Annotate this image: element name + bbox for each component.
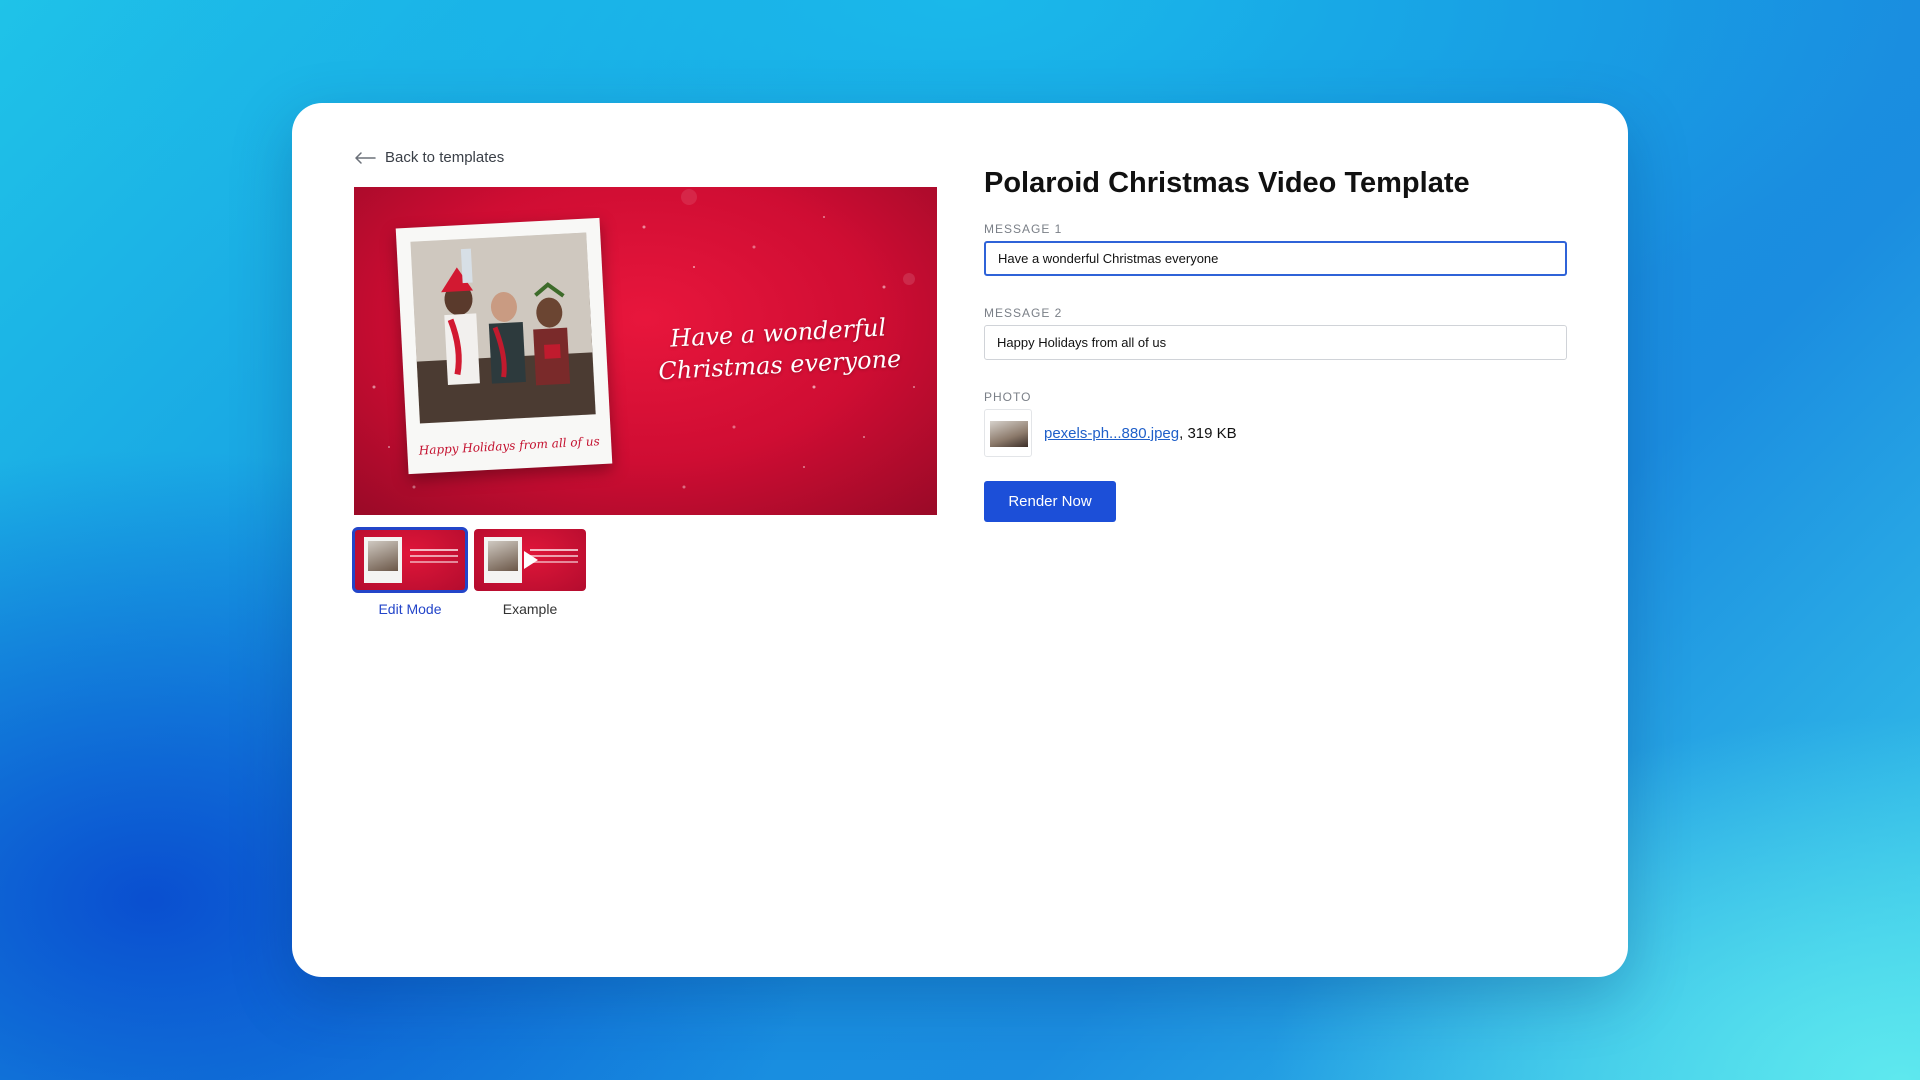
party-photo xyxy=(410,232,596,424)
thumb-text-lines xyxy=(410,549,458,551)
message1-label: MESSAGE 1 xyxy=(984,222,1063,236)
thumb-example-label: Example xyxy=(502,601,558,617)
photo-upload-row: pexels-ph...880.jpeg , 319 KB xyxy=(984,409,1567,457)
thumb-edit-mode-image xyxy=(352,527,468,593)
photo-file-link[interactable]: pexels-ph...880.jpeg xyxy=(1044,425,1179,442)
polaroid-caption: Happy Holidays from all of us xyxy=(418,434,601,458)
thumb-polaroid xyxy=(484,537,522,583)
preview-message-overlay: Have a wonderful Christmas everyone xyxy=(657,313,902,386)
render-now-button[interactable]: Render Now xyxy=(984,481,1116,522)
preview-thumbnails: Edit Mode Example xyxy=(352,527,586,617)
template-editor-card: Back to templates Happy Holidays from al… xyxy=(292,103,1628,977)
arrow-left-icon xyxy=(355,151,376,164)
template-form: Polaroid Christmas Video Template MESSAG… xyxy=(984,167,1567,522)
back-link-label: Back to templates xyxy=(385,149,505,166)
page-title: Polaroid Christmas Video Template xyxy=(984,167,1470,199)
thumb-example[interactable]: Example xyxy=(474,529,586,617)
photo-thumbnail[interactable] xyxy=(984,409,1032,457)
photo-file-size: , 319 KB xyxy=(1179,424,1237,442)
back-to-templates-link[interactable]: Back to templates xyxy=(354,149,504,166)
play-icon xyxy=(524,551,538,569)
photo-label: PHOTO xyxy=(984,390,1032,404)
video-preview: Happy Holidays from all of us Have a won… xyxy=(354,187,937,515)
thumb-example-image xyxy=(474,529,586,591)
thumb-polaroid xyxy=(364,537,402,583)
thumb-edit-mode[interactable]: Edit Mode xyxy=(352,527,468,617)
polaroid-frame: Happy Holidays from all of us xyxy=(395,217,613,475)
thumb-edit-mode-label: Edit Mode xyxy=(378,601,442,617)
message2-label: MESSAGE 2 xyxy=(984,306,1063,320)
message2-input[interactable] xyxy=(984,325,1567,360)
message1-input[interactable] xyxy=(984,241,1567,276)
